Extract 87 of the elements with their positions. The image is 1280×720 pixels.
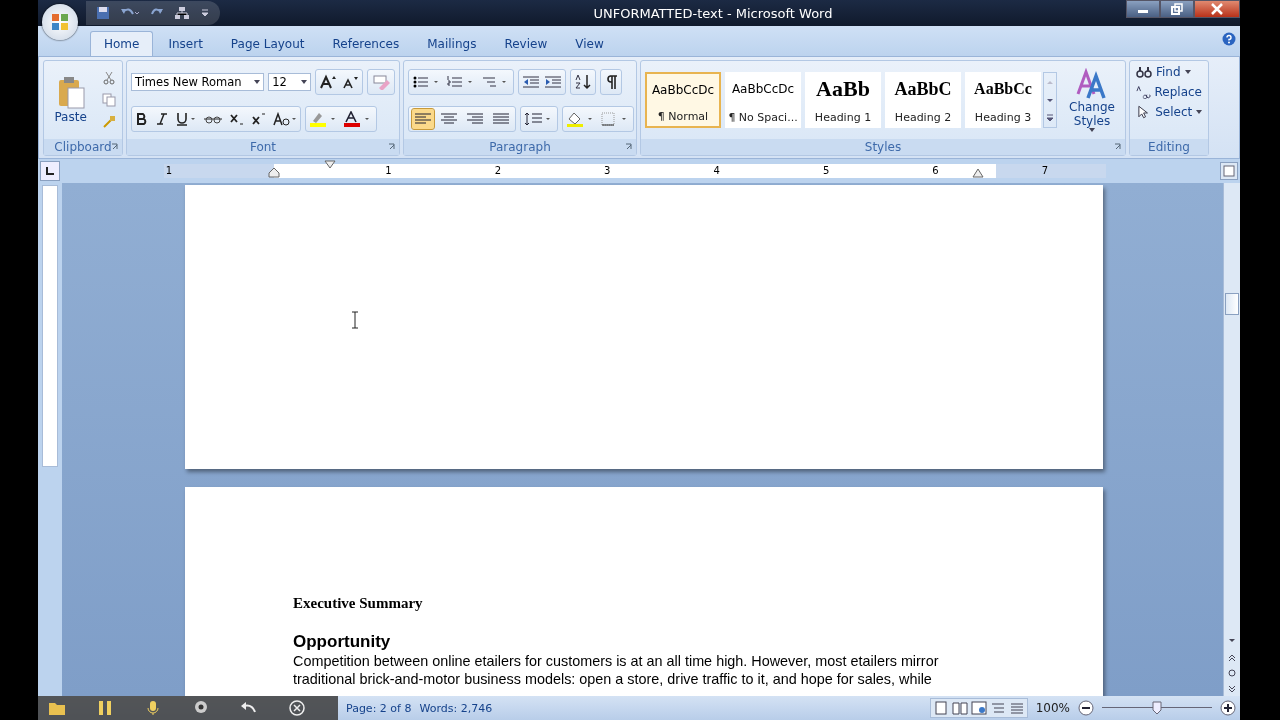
browse-object-icon[interactable] [1227, 668, 1237, 678]
align-left-icon[interactable] [412, 108, 434, 129]
increase-indent-icon[interactable] [544, 74, 562, 89]
ribbon-tab[interactable]: Page Layout [217, 32, 318, 56]
dialog-launcher-icon[interactable] [625, 143, 633, 151]
dialog-launcher-icon[interactable] [1114, 143, 1122, 151]
zoom-out-icon[interactable] [1078, 700, 1094, 716]
replace-icon [1136, 85, 1151, 99]
group-label: Editing [1148, 140, 1190, 154]
save-icon[interactable] [96, 6, 110, 20]
underline-icon[interactable] [175, 111, 197, 126]
dialog-launcher-icon[interactable] [388, 143, 396, 151]
previous-page-icon[interactable] [1227, 652, 1237, 662]
caret-icon [1184, 70, 1191, 74]
superscript-icon[interactable] [251, 111, 267, 126]
help-icon[interactable] [1222, 32, 1236, 46]
ribbon-tab[interactable]: Mailings [414, 32, 490, 56]
word-count[interactable]: Words: 2,746 [419, 701, 493, 715]
font-name-field[interactable]: Times New Roman [131, 72, 265, 91]
folder-icon[interactable] [48, 700, 66, 716]
ribbon-tab[interactable]: Home [90, 31, 154, 56]
ribbon-tab[interactable]: References [319, 32, 413, 56]
reading-layout-icon[interactable] [951, 701, 968, 715]
caret-icon [1089, 128, 1095, 132]
bold-icon[interactable] [135, 111, 149, 126]
sort-icon[interactable] [574, 73, 592, 90]
ribbon-tab[interactable]: Review [491, 32, 561, 56]
ruler-toggle-icon [1223, 165, 1235, 177]
editing-button[interactable]: Replace [1134, 83, 1204, 101]
office-button[interactable] [42, 4, 78, 40]
binoculars-icon [1136, 65, 1152, 79]
paste-button[interactable]: Paste [50, 76, 91, 124]
ribbon-tab[interactable]: Insert [155, 32, 216, 56]
paragraph-line: Competition between online etailers for customers is at an all time high. However, most etailers mirror [293, 652, 940, 670]
scroll-thumb[interactable] [1225, 293, 1239, 315]
editing-button[interactable]: Find [1134, 63, 1204, 81]
style-swatch[interactable]: AaBbC Heading 2 [885, 72, 961, 128]
decrease-indent-icon[interactable] [522, 74, 540, 89]
dialog-launcher-icon[interactable] [111, 143, 119, 151]
microphone-icon[interactable] [144, 700, 162, 716]
group-label: Clipboard [54, 140, 112, 154]
group-label: Font [249, 140, 277, 154]
change-case-icon[interactable] [273, 111, 297, 126]
styles-letters-icon [1076, 68, 1108, 100]
webcam-icon[interactable] [192, 700, 210, 716]
style-swatch[interactable]: AaBbCcDc ¶ No Spaci... [725, 72, 801, 128]
tree-icon[interactable] [174, 6, 190, 20]
slider-thumb-icon[interactable] [1152, 701, 1162, 715]
group-label: Styles [864, 140, 902, 154]
indent-marker-icon[interactable] [268, 167, 280, 179]
window-title: UNFORMATTED-text - Microsoft Word [592, 5, 834, 21]
cut-icon[interactable] [101, 71, 116, 85]
font-size-field[interactable]: 12 [268, 72, 311, 91]
restore-icon [1171, 3, 1183, 15]
left-tab-icon [45, 166, 55, 176]
close-icon[interactable] [288, 700, 306, 716]
italic-icon[interactable] [155, 111, 169, 126]
close-button[interactable] [1194, 0, 1240, 18]
style-swatch[interactable]: AaBb Heading 1 [805, 72, 881, 128]
vertical-scrollbar[interactable] [1223, 183, 1240, 696]
document-heading: Executive Summary [293, 595, 424, 612]
web-layout-icon[interactable] [970, 701, 987, 715]
paragraph-line: traditional brick-and-motor business models: open a store, drive traffic to it, and hope for sales, while [293, 670, 933, 688]
minimize-button[interactable] [1126, 0, 1160, 18]
tab-selector[interactable] [40, 161, 60, 181]
editing-button[interactable]: Select [1134, 103, 1204, 121]
document-subheading: Opportunity [293, 632, 392, 652]
style-swatch[interactable]: AaBbCcDc ¶ Normal [645, 72, 721, 128]
restore-button[interactable] [1160, 0, 1194, 18]
pilcrow-icon[interactable] [604, 73, 618, 90]
indent-marker-icon[interactable] [972, 168, 984, 178]
group-label: Paragraph [489, 140, 551, 154]
view-ruler-button[interactable] [1220, 162, 1238, 180]
zoom-level[interactable]: 100% [1035, 701, 1070, 715]
grow-font-icon[interactable] [319, 73, 337, 90]
customize-arrow-icon[interactable] [200, 8, 210, 18]
page-count[interactable]: Page: 2 of 8 [346, 701, 412, 715]
print-layout-icon[interactable] [932, 701, 949, 715]
zoom-in-icon[interactable] [1220, 700, 1236, 716]
close-icon [1211, 3, 1223, 15]
text-cursor-icon [351, 311, 359, 329]
pause-icon[interactable] [96, 700, 114, 716]
caret-icon [1196, 110, 1202, 114]
change-styles-button[interactable]: Change Styles [1061, 67, 1123, 133]
next-page-icon[interactable] [1227, 684, 1237, 694]
style-swatch[interactable]: AaBbCc Heading 3 [965, 72, 1041, 128]
ribbon-tab[interactable]: View [562, 32, 617, 56]
